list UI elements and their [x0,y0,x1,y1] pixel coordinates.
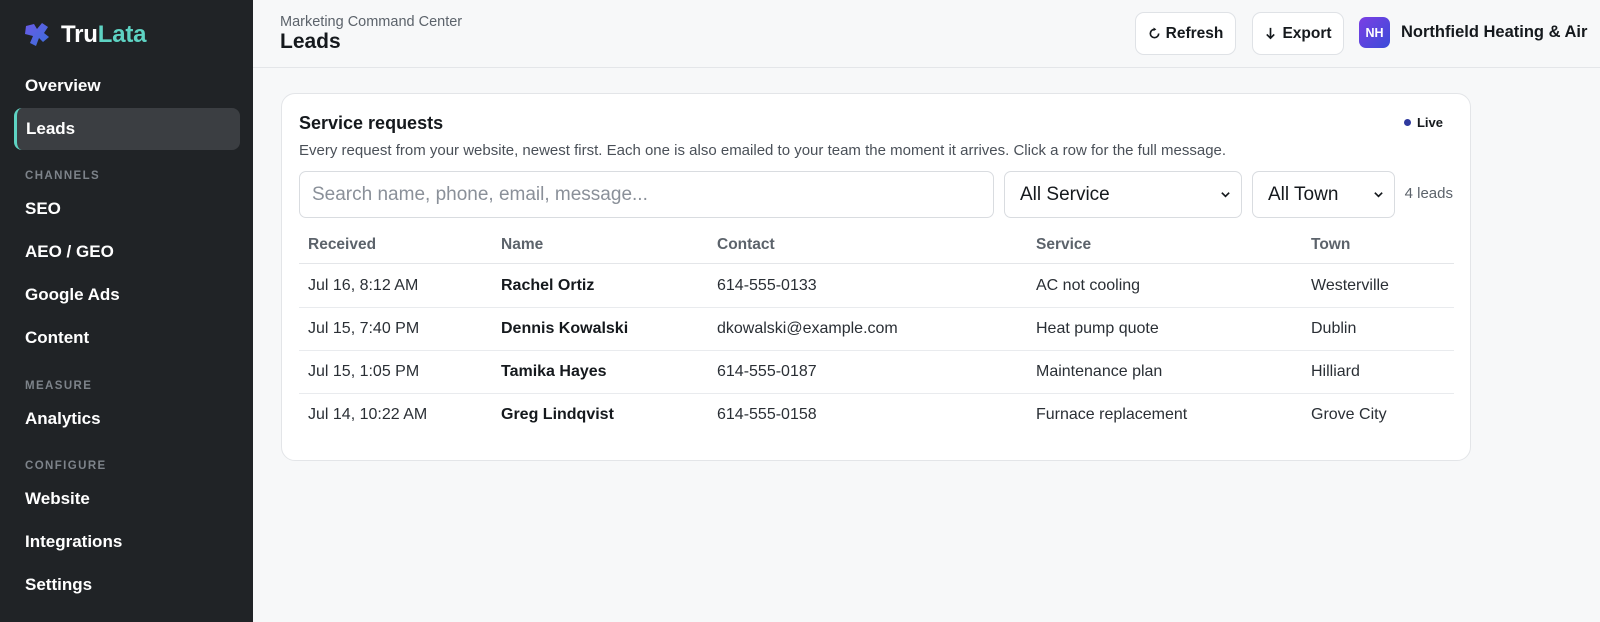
cell-town: Dublin [1311,320,1357,337]
lead-count: 4 leads [1404,185,1453,202]
organization-name: Northfield Heating & Air [1401,23,1588,41]
sidebar-item-leads[interactable]: Leads [14,108,240,150]
export-label: Export [1282,24,1332,42]
top-bar: Marketing Command Center Leads Refresh E… [253,0,1600,68]
section-label-configure: CONFIGURE [25,460,107,472]
avatar: NH [1359,17,1390,48]
search-input[interactable] [299,171,994,218]
cell-contact: 614-555-0187 [717,363,817,380]
service-filter-value: All Service [1020,183,1110,205]
cell-contact: 614-555-0133 [717,277,817,294]
table-header: Received Name Contact Service Town [299,228,1454,264]
cell-received: Jul 15, 7:40 PM [308,320,420,337]
brand-logo-icon [25,23,49,46]
cell-name: Rachel Ortiz [501,277,595,294]
cell-service: Furnace replacement [1036,406,1188,423]
cell-name: Tamika Hayes [501,363,607,380]
cell-received: Jul 15, 1:05 PM [308,363,420,380]
chevron-down-icon [1374,192,1383,198]
column-header-name[interactable]: Name [501,236,543,254]
sidebar-item-seo[interactable]: SEO [14,188,240,230]
cell-contact: 614-555-0158 [717,406,817,423]
service-requests-card: Service requests Live Every request from… [281,93,1471,461]
service-filter-select[interactable]: All Service [1004,171,1242,218]
sidebar-item-google-ads[interactable]: Google Ads [14,274,240,316]
table-row[interactable]: Jul 15, 1:05 PM Tamika Hayes 614-555-018… [299,351,1454,394]
sidebar-item-website[interactable]: Website [14,478,240,520]
refresh-label: Refresh [1165,24,1224,42]
brand-name-part2: Lata [97,21,147,48]
refresh-icon [1149,27,1160,39]
brand[interactable]: TruLata [22,20,147,50]
table-row[interactable]: Jul 16, 8:12 AM Rachel Ortiz 614-555-013… [299,265,1454,308]
live-label: Live [1416,115,1443,130]
table-row[interactable]: Jul 15, 7:40 PM Dennis Kowalski dkowalsk… [299,308,1454,351]
refresh-button[interactable]: Refresh [1135,12,1236,55]
section-label-measure: MEASURE [25,380,93,392]
cell-name: Greg Lindqvist [501,406,614,423]
breadcrumb: Marketing Command Center [280,14,463,30]
sidebar-item-content[interactable]: Content [14,317,240,359]
cell-town: Westerville [1311,277,1389,294]
column-header-contact[interactable]: Contact [717,236,775,254]
card-title: Service requests [299,113,444,133]
sidebar: TruLata Overview Leads CHANNELS SEO AEO … [0,0,253,622]
sidebar-item-overview[interactable]: Overview [14,65,240,107]
cell-service: Heat pump quote [1036,320,1159,337]
sidebar-item-integrations[interactable]: Integrations [14,521,240,563]
chevron-down-icon [1221,192,1230,198]
cell-service: AC not cooling [1036,277,1141,294]
column-header-service[interactable]: Service [1036,236,1091,254]
brand-name: TruLata [61,21,147,49]
live-dot-icon [1403,119,1411,126]
brand-name-part1: Tru [61,21,98,48]
cell-service: Maintenance plan [1036,363,1163,380]
town-filter-value: All Town [1268,183,1339,205]
arrow-down-icon [1266,27,1276,40]
sidebar-item-settings[interactable]: Settings [14,564,240,606]
cell-town: Hilliard [1311,363,1360,380]
cell-name: Dennis Kowalski [501,320,629,337]
sidebar-item-analytics[interactable]: Analytics [14,398,240,440]
cell-contact: dkowalski@example.com [717,320,898,337]
cell-received: Jul 14, 10:22 AM [308,406,428,423]
organization-switcher[interactable]: NH Northfield Heating & Air [1359,17,1587,48]
page-title: Leads [280,30,341,53]
sidebar-item-aeo-geo[interactable]: AEO / GEO [14,231,240,273]
card-description: Every request from your website, newest … [299,142,1227,159]
cell-town: Grove City [1311,406,1387,423]
live-indicator: Live [1403,115,1443,130]
table-row[interactable]: Jul 14, 10:22 AM Greg Lindqvist 614-555-… [299,394,1454,437]
column-header-town[interactable]: Town [1311,236,1350,254]
export-button[interactable]: Export [1252,12,1344,55]
column-header-received[interactable]: Received [308,236,376,254]
section-label-channels: CHANNELS [25,170,101,182]
cell-received: Jul 16, 8:12 AM [308,277,419,294]
town-filter-select[interactable]: All Town [1252,171,1395,218]
